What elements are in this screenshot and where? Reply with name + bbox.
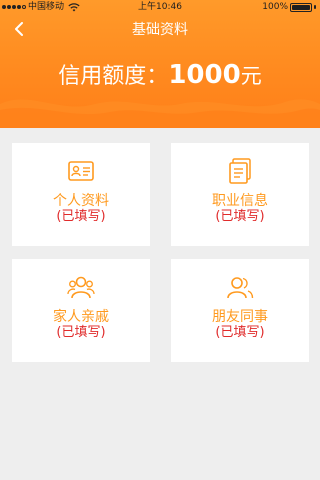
personal-info-card[interactable]: 个人资料 (已填写) [12,143,150,246]
document-icon [229,158,251,184]
friends-icon [227,277,254,299]
status-bar: 中国移动 上午10:46 100% [0,0,320,14]
card-status: (已填写) [215,325,265,340]
page-title: 基础资料 [132,22,188,38]
credit-limit-unit: 元 [240,64,262,88]
credit-limit-amount: 1000 [168,60,241,90]
card-status: (已填写) [56,325,106,340]
battery-icon [290,2,312,12]
card-status: (已填写) [56,209,106,224]
battery-fill [292,4,310,10]
credit-limit-label: 信用额度： [58,64,169,89]
battery-cap [314,5,316,9]
occupation-info-card[interactable]: 职业信息 (已填写) [171,143,309,246]
credit-limit: 信用额度：1000元 [0,58,320,90]
navigation-bar: 基础资料 [0,14,320,46]
family-icon [67,276,95,299]
header-banner: 中国移动 上午10:46 100% 基础资料 信用额度：1000元 [0,0,320,128]
card-status: (已填写) [215,209,265,224]
friends-info-card[interactable]: 朋友同事 (已填写) [171,259,309,362]
battery-percentage: 100% [262,2,288,12]
id-card-icon [68,161,94,181]
status-right: 100% [262,0,316,14]
family-info-card[interactable]: 家人亲戚 (已填写) [12,259,150,362]
